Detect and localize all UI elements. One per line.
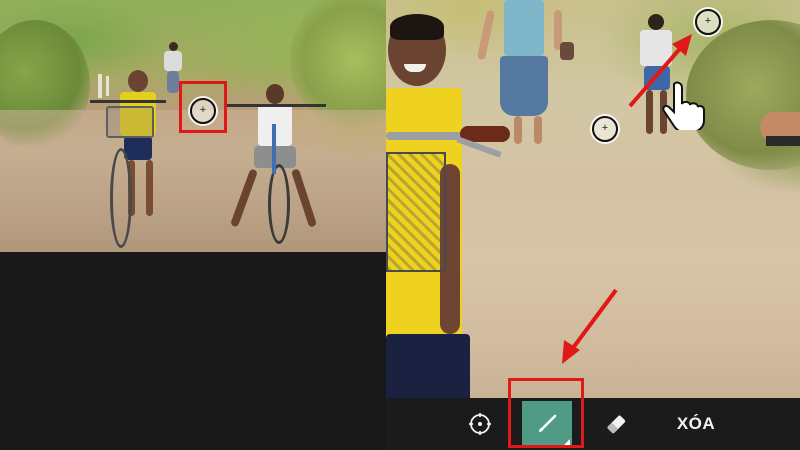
- annotation-arrows: [562, 34, 692, 364]
- brush-cursor[interactable]: +: [592, 116, 618, 142]
- crosshair-icon: +: [704, 14, 712, 27]
- target-tool-button[interactable]: [458, 398, 502, 450]
- target-icon: [469, 413, 491, 435]
- fence-post: [106, 76, 109, 96]
- fence-post: [98, 74, 102, 98]
- bottom-toolbar: XÓA: [386, 398, 800, 450]
- eraser-icon: [607, 415, 626, 434]
- right-panel: + + XÓA: [386, 0, 800, 450]
- brush-cursor-moved[interactable]: +: [695, 9, 721, 35]
- zoomed-photo: + +: [386, 0, 800, 398]
- left-panel: +: [0, 0, 386, 450]
- clear-button[interactable]: XÓA: [666, 398, 726, 450]
- hand-pointer-icon: [662, 80, 706, 135]
- eraser-tool-button[interactable]: [594, 398, 638, 450]
- crosshair-icon: +: [601, 121, 609, 134]
- highlight-box-left: [179, 81, 227, 133]
- highlight-box-brush: [508, 378, 584, 448]
